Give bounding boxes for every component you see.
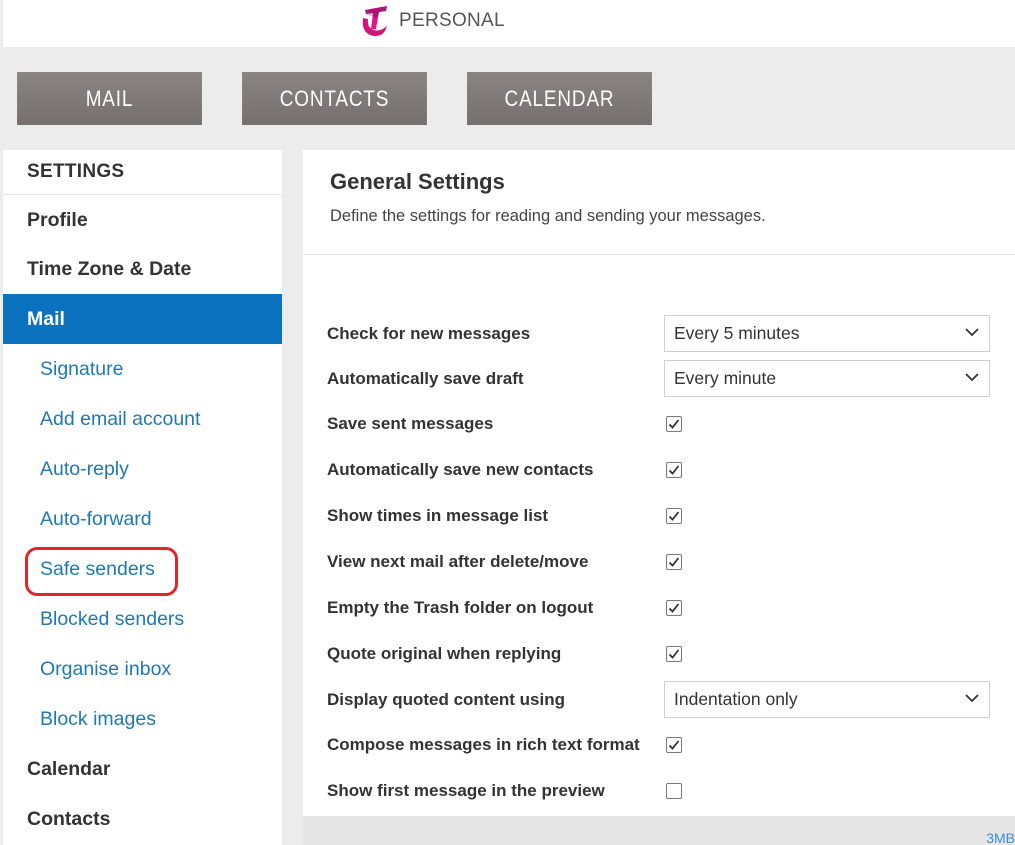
brand-text: PERSONAL <box>399 10 505 31</box>
tab-calendar[interactable]: CALENDAR <box>467 72 652 125</box>
checkmark-icon <box>668 557 680 567</box>
setting-empty-trash: Empty the Trash folder on logout <box>327 588 1007 628</box>
sidebar-item-time-zone-date[interactable]: Time Zone & Date <box>3 244 282 294</box>
setting-save-sent: Save sent messages <box>327 404 1007 444</box>
checkmark-icon <box>668 419 680 429</box>
setting-show-times: Show times in message list <box>327 496 1007 536</box>
tab-mail[interactable]: MAIL <box>17 72 202 125</box>
sidebar-item-organise-inbox[interactable]: Organise inbox <box>3 644 282 694</box>
setting-label: Show first message in the preview <box>327 781 605 800</box>
setting-save-draft: Automatically save draft Every minute <box>327 359 1007 399</box>
tab-mail-label: MAIL <box>85 85 134 111</box>
show-times-checkbox[interactable] <box>666 508 682 524</box>
checkmark-icon <box>668 649 680 659</box>
quote-original-checkbox[interactable] <box>666 646 682 662</box>
checkmark-icon <box>668 511 680 521</box>
setting-label: Display quoted content using <box>327 690 566 709</box>
select-value: Every 5 minutes <box>674 323 800 343</box>
setting-save-contacts: Automatically save new contacts <box>327 450 1007 490</box>
sidebar-heading: SETTINGS <box>3 150 282 195</box>
sidebar-item-signature[interactable]: Signature <box>3 344 282 394</box>
empty-trash-checkbox[interactable] <box>666 600 682 616</box>
settings-sidebar: SETTINGS Profile Time Zone & Date Mail S… <box>3 150 282 845</box>
panel-header: General Settings Define the settings for… <box>303 150 1015 255</box>
sidebar-item-auto-reply[interactable]: Auto-reply <box>3 444 282 494</box>
setting-label: Quote original when replying <box>327 644 562 663</box>
tab-calendar-label: CALENDAR <box>504 85 615 111</box>
select-value: Indentation only <box>674 689 798 709</box>
rich-text-checkbox[interactable] <box>666 737 682 753</box>
setting-label: Check for new messages <box>327 324 531 343</box>
save-sent-checkbox[interactable] <box>666 416 682 432</box>
chevron-down-icon <box>965 373 979 382</box>
sidebar-item-profile[interactable]: Profile <box>3 195 282 244</box>
setting-label: Empty the Trash folder on logout <box>327 598 594 617</box>
setting-quoted-content: Display quoted content using Indentation… <box>327 680 1007 720</box>
setting-first-message-preview: Show first message in the preview <box>327 771 1007 811</box>
setting-quote-original: Quote original when replying <box>327 634 1007 674</box>
sidebar-item-calendar[interactable]: Calendar <box>3 744 282 794</box>
setting-label: Compose messages in rich text format <box>327 735 640 754</box>
setting-label: Save sent messages <box>327 414 494 433</box>
general-settings-panel: General Settings Define the settings for… <box>303 150 1015 816</box>
page-title: General Settings <box>330 169 505 194</box>
check-interval-select[interactable]: Every 5 minutes <box>664 315 990 352</box>
checkmark-icon <box>668 740 680 750</box>
sidebar-item-safe-senders[interactable]: Safe senders <box>3 544 282 596</box>
page-description: Define the settings for reading and send… <box>330 207 766 225</box>
select-value: Every minute <box>674 368 777 388</box>
chevron-down-icon <box>965 328 979 337</box>
save-draft-select[interactable]: Every minute <box>664 360 990 397</box>
setting-label: Automatically save new contacts <box>327 460 594 479</box>
save-contacts-checkbox[interactable] <box>666 462 682 478</box>
telstra-logo-icon <box>362 6 387 37</box>
quoted-content-select[interactable]: Indentation only <box>664 681 990 718</box>
tab-contacts[interactable]: CONTACTS <box>242 72 427 125</box>
footer-bar: 3MB <box>303 816 1015 845</box>
checkmark-icon <box>668 465 680 475</box>
setting-check-new-messages: Check for new messages Every 5 minutes <box>327 314 1007 354</box>
sidebar-item-add-email-account[interactable]: Add email account <box>3 394 282 444</box>
sidebar-item-auto-forward[interactable]: Auto-forward <box>3 494 282 544</box>
top-bar: PERSONAL <box>0 0 1015 47</box>
setting-label: View next mail after delete/move <box>327 552 589 571</box>
sidebar-item-mail[interactable]: Mail <box>3 294 282 344</box>
first-message-preview-checkbox[interactable] <box>666 783 682 799</box>
chevron-down-icon <box>965 694 979 703</box>
sidebar-item-contacts[interactable]: Contacts <box>3 794 282 844</box>
setting-label: Automatically save draft <box>327 369 524 388</box>
sidebar-item-block-images[interactable]: Block images <box>3 694 282 744</box>
setting-rich-text: Compose messages in rich text format <box>327 725 1007 765</box>
setting-view-next-mail: View next mail after delete/move <box>327 542 1007 582</box>
sidebar-item-blocked-senders[interactable]: Blocked senders <box>3 594 282 644</box>
storage-usage[interactable]: 3MB <box>986 830 1015 845</box>
setting-label: Show times in message list <box>327 506 549 525</box>
tab-contacts-label: CONTACTS <box>279 85 390 111</box>
view-next-mail-checkbox[interactable] <box>666 554 682 570</box>
checkmark-icon <box>668 603 680 613</box>
brand[interactable]: PERSONAL <box>360 4 505 38</box>
